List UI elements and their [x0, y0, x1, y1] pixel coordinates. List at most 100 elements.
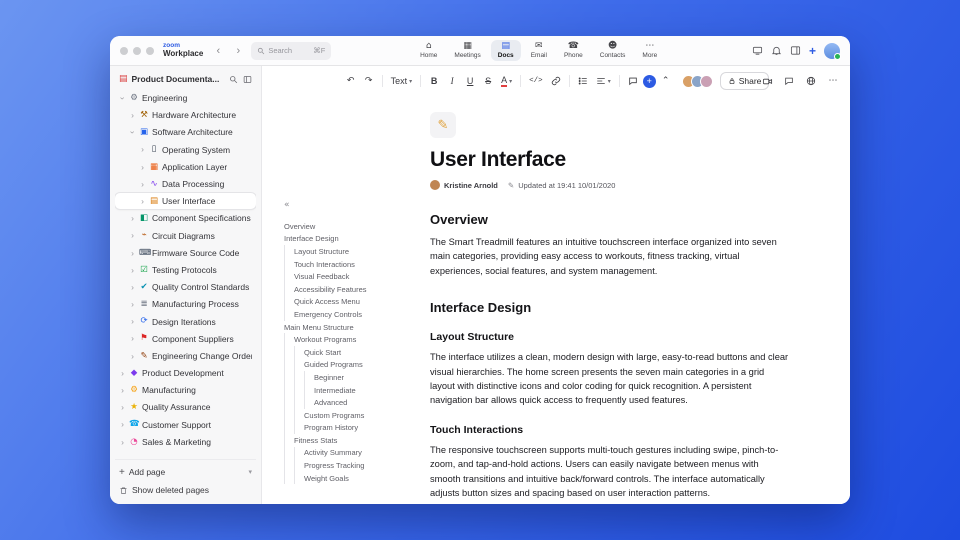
sidebar-item-sales-marketing[interactable]: › ◔ Sales & Marketing	[115, 434, 256, 450]
minimize-window-button[interactable]	[133, 46, 141, 55]
doc-heading-touch-interactions[interactable]: Touch Interactions	[430, 424, 790, 436]
outline-item-layout-structure[interactable]: Layout Structure	[284, 245, 430, 258]
sidebar-search-icon[interactable]	[229, 75, 238, 84]
chevron-right-icon[interactable]: ›	[139, 180, 146, 189]
outline-item-main-menu-structure[interactable]: Main Menu Structure	[284, 321, 430, 334]
sidebar-item-engineering[interactable]: › ⚙ Engineering	[115, 90, 256, 106]
bulleted-list-button[interactable]	[575, 73, 591, 90]
chevron-right-icon[interactable]: ›	[129, 283, 136, 292]
text-style-dropdown[interactable]: Text ▾	[388, 73, 416, 90]
doc-heading-interface-design[interactable]: Interface Design	[430, 300, 790, 315]
back-button[interactable]: ‹	[211, 44, 225, 58]
chevron-right-icon[interactable]: ›	[129, 266, 136, 275]
doc-title[interactable]: User Interface	[430, 148, 790, 172]
chevron-right-icon[interactable]: ›	[119, 369, 126, 378]
underline-button[interactable]: U	[462, 73, 478, 90]
chat-button[interactable]	[782, 73, 796, 90]
tab-email[interactable]: ✉ Email	[524, 40, 554, 61]
outline-item-intermediate[interactable]: Intermediate	[284, 383, 430, 397]
tab-meetings[interactable]: ▦ Meetings	[447, 40, 487, 61]
doc-emoji-icon[interactable]: ✎	[430, 112, 456, 138]
strikethrough-button[interactable]: S	[480, 73, 496, 90]
chevron-down-icon[interactable]: ›	[118, 95, 128, 102]
document-page[interactable]: ✎ User Interface Kristine Arnold ✎ Updat…	[430, 96, 790, 504]
chevron-right-icon[interactable]: ›	[119, 403, 126, 412]
sidebar-item-circuit-diagrams[interactable]: › ⌁ Circuit Diagrams	[115, 228, 256, 244]
outline-item-fitness-stats[interactable]: Fitness Stats	[284, 434, 430, 447]
tab-docs[interactable]: ▤ Docs	[490, 40, 521, 61]
collapse-toolbar-button[interactable]: ⌃	[658, 73, 674, 90]
sidebar-item-engineering-change-orders[interactable]: › ✎ Engineering Change Orders	[115, 348, 256, 364]
chevron-right-icon[interactable]: ›	[129, 334, 136, 343]
collaborator-avatar[interactable]	[699, 74, 713, 88]
sidebar-item-hardware-architecture[interactable]: › ⚒ Hardware Architecture	[115, 107, 256, 123]
outline-item-activity-summary[interactable]: Activity Summary	[284, 446, 430, 460]
collaborator-avatars[interactable]	[681, 74, 713, 88]
sidebar-item-data-processing[interactable]: › ∿ Data Processing	[115, 176, 256, 192]
outline-item-accessibility-features[interactable]: Accessibility Features	[284, 282, 430, 296]
outline-item-beginner[interactable]: Beginner	[284, 371, 430, 384]
outline-item-overview[interactable]: Overview	[284, 220, 430, 233]
chevron-right-icon[interactable]: ›	[129, 317, 136, 326]
outline-item-quick-access-menu[interactable]: Quick Access Menu	[284, 295, 430, 309]
sidebar-item-customer-support[interactable]: › ☎ Customer Support	[115, 417, 256, 433]
undo-button[interactable]: ↶	[343, 73, 359, 90]
doc-paragraph[interactable]: The Smart Treadmill features an intuitiv…	[430, 235, 790, 278]
global-search-input[interactable]: Search ⌘F	[251, 41, 332, 60]
doc-heading-overview[interactable]: Overview	[430, 212, 790, 227]
globe-button[interactable]	[804, 73, 818, 90]
outline-item-touch-interactions[interactable]: Touch Interactions	[284, 257, 430, 271]
tab-home[interactable]: ⌂ Home	[413, 40, 444, 61]
chevron-down-icon[interactable]: ›	[128, 129, 138, 136]
chevron-right-icon[interactable]: ›	[129, 214, 136, 223]
sidebar-item-operating-system[interactable]: › ▯ Operating System	[115, 142, 256, 158]
sidebar-item-manufacturing-process[interactable]: › ≣ Manufacturing Process	[115, 296, 256, 312]
device-icon[interactable]	[752, 45, 763, 56]
outline-item-interface-design[interactable]: Interface Design	[284, 233, 430, 246]
panel-toggle-icon[interactable]	[790, 45, 801, 56]
sidebar-item-testing-protocols[interactable]: › ☑ Testing Protocols	[115, 262, 256, 278]
comment-button[interactable]	[625, 73, 641, 90]
outline-item-visual-feedback[interactable]: Visual Feedback	[284, 270, 430, 283]
code-button[interactable]: </>	[526, 73, 546, 90]
add-page-button[interactable]: + Add page ▾	[115, 464, 256, 480]
chevron-right-icon[interactable]: ›	[119, 438, 126, 447]
tab-contacts[interactable]: ☻ Contacts	[593, 40, 633, 61]
outline-item-progress-tracking[interactable]: Progress Tracking	[284, 459, 430, 472]
chevron-right-icon[interactable]: ›	[119, 386, 126, 395]
outline-item-custom-programs[interactable]: Custom Programs	[284, 408, 430, 422]
chevron-right-icon[interactable]: ›	[139, 145, 146, 154]
close-window-button[interactable]	[120, 46, 128, 55]
tab-more[interactable]: ⋯ More	[635, 40, 664, 61]
sidebar-item-application-layer[interactable]: › ▦ Application Layer	[115, 159, 256, 175]
notifications-bell-icon[interactable]	[771, 45, 782, 56]
more-options-button[interactable]: ⋯	[826, 73, 840, 90]
sidebar-item-component-suppliers[interactable]: › ⚑ Component Suppliers	[115, 331, 256, 347]
bold-button[interactable]: B	[426, 73, 442, 90]
sidebar-item-product-development[interactable]: › ◆ Product Development	[115, 365, 256, 381]
doc-paragraph[interactable]: The responsive touchscreen supports mult…	[430, 443, 790, 501]
link-button[interactable]	[548, 73, 564, 90]
chevron-down-icon[interactable]: ▾	[248, 468, 252, 476]
outline-item-advanced[interactable]: Advanced	[284, 396, 430, 409]
sidebar-item-design-iterations[interactable]: › ⟳ Design Iterations	[115, 313, 256, 329]
sidebar-collapse-icon[interactable]	[243, 75, 252, 84]
user-avatar[interactable]	[823, 42, 841, 60]
tab-phone[interactable]: ☎ Phone	[557, 40, 590, 61]
sidebar-item-manufacturing[interactable]: › ⚙ Manufacturing	[115, 382, 256, 398]
sidebar-item-component-specifications[interactable]: › ◧ Component Specifications	[115, 210, 256, 226]
outline-item-program-history[interactable]: Program History	[284, 421, 430, 435]
doc-heading-layout-structure[interactable]: Layout Structure	[430, 331, 790, 343]
new-item-button[interactable]: +	[809, 45, 816, 57]
text-color-dropdown[interactable]: A ▾	[498, 73, 515, 90]
outline-item-guided-programs[interactable]: Guided Programs	[284, 358, 430, 372]
chevron-right-icon[interactable]: ›	[129, 249, 136, 258]
outline-item-weight-goals[interactable]: Weight Goals	[284, 471, 430, 485]
sidebar-item-quality-control-standards[interactable]: › ✔ Quality Control Standards	[115, 279, 256, 295]
video-button[interactable]	[760, 73, 774, 90]
chevron-right-icon[interactable]: ›	[139, 197, 146, 206]
insert-block-button[interactable]: +	[642, 74, 656, 88]
forward-button[interactable]: ›	[231, 44, 245, 58]
chevron-right-icon[interactable]: ›	[139, 163, 146, 172]
redo-button[interactable]: ↷	[361, 73, 377, 90]
